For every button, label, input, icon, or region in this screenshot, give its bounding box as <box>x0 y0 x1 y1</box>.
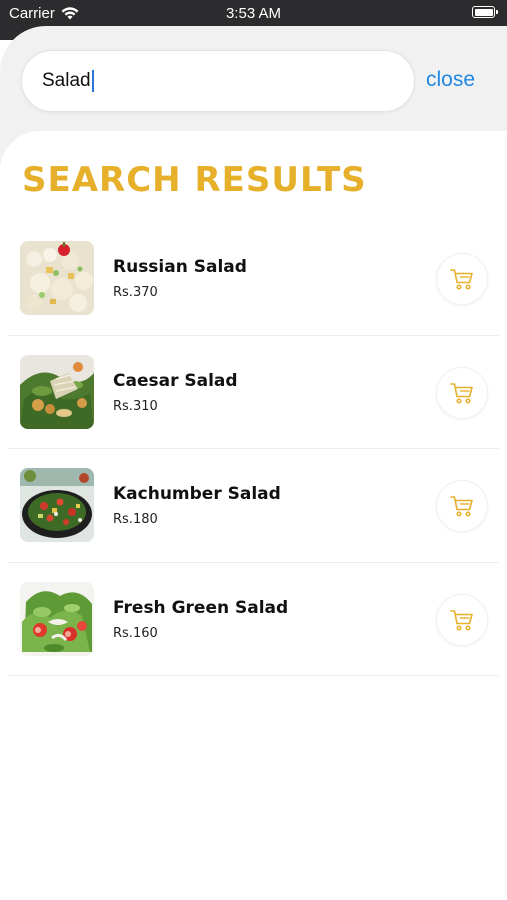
search-field[interactable]: Salad <box>21 50 415 112</box>
result-item-russian-salad[interactable]: Russian Salad Rs.370 <box>8 222 499 336</box>
status-bar: Carrier 3:53 AM <box>0 0 507 26</box>
status-time: 3:53 AM <box>225 5 282 22</box>
results-list: Russian Salad Rs.370 Caesar Salad Rs.310… <box>0 222 507 676</box>
item-name: Kachumber Salad <box>113 484 281 504</box>
fresh-green-salad-photo <box>20 581 94 656</box>
item-name: Fresh Green Salad <box>113 597 289 618</box>
text-caret <box>91 70 94 92</box>
add-to-cart-button[interactable] <box>436 593 488 646</box>
close-button[interactable]: close <box>426 68 475 92</box>
result-item-kachumber-salad[interactable]: Kachumber Salad Rs.180 <box>8 449 499 563</box>
russian-salad-photo <box>20 241 94 315</box>
item-price: Rs.310 <box>113 398 158 414</box>
cart-icon <box>450 496 473 517</box>
battery-level <box>474 8 493 16</box>
add-to-cart-button[interactable] <box>436 480 488 532</box>
item-price: Rs.180 <box>113 512 158 527</box>
item-price: Rs.370 <box>113 285 158 300</box>
cart-icon <box>450 609 473 631</box>
app-screen: Carrier 3:53 AM Salad close SEARCH RESUL… <box>0 0 507 900</box>
item-name: Russian Salad <box>113 257 247 277</box>
result-item-caesar-salad[interactable]: Caesar Salad Rs.310 <box>8 336 499 449</box>
cart-icon <box>450 382 473 404</box>
search-input[interactable]: Salad <box>42 70 91 92</box>
caesar-salad-photo <box>20 354 94 429</box>
add-to-cart-button[interactable] <box>436 253 488 305</box>
results-title: SEARCH RESULTS <box>22 160 367 200</box>
item-price: Rs.160 <box>113 625 158 641</box>
cart-icon <box>450 269 473 290</box>
add-to-cart-button[interactable] <box>436 366 488 419</box>
item-name: Caesar Salad <box>113 370 238 391</box>
result-item-fresh-green-salad[interactable]: Fresh Green Salad Rs.160 <box>8 563 499 676</box>
kachumber-salad-photo <box>20 468 94 542</box>
battery-icon <box>472 6 498 18</box>
